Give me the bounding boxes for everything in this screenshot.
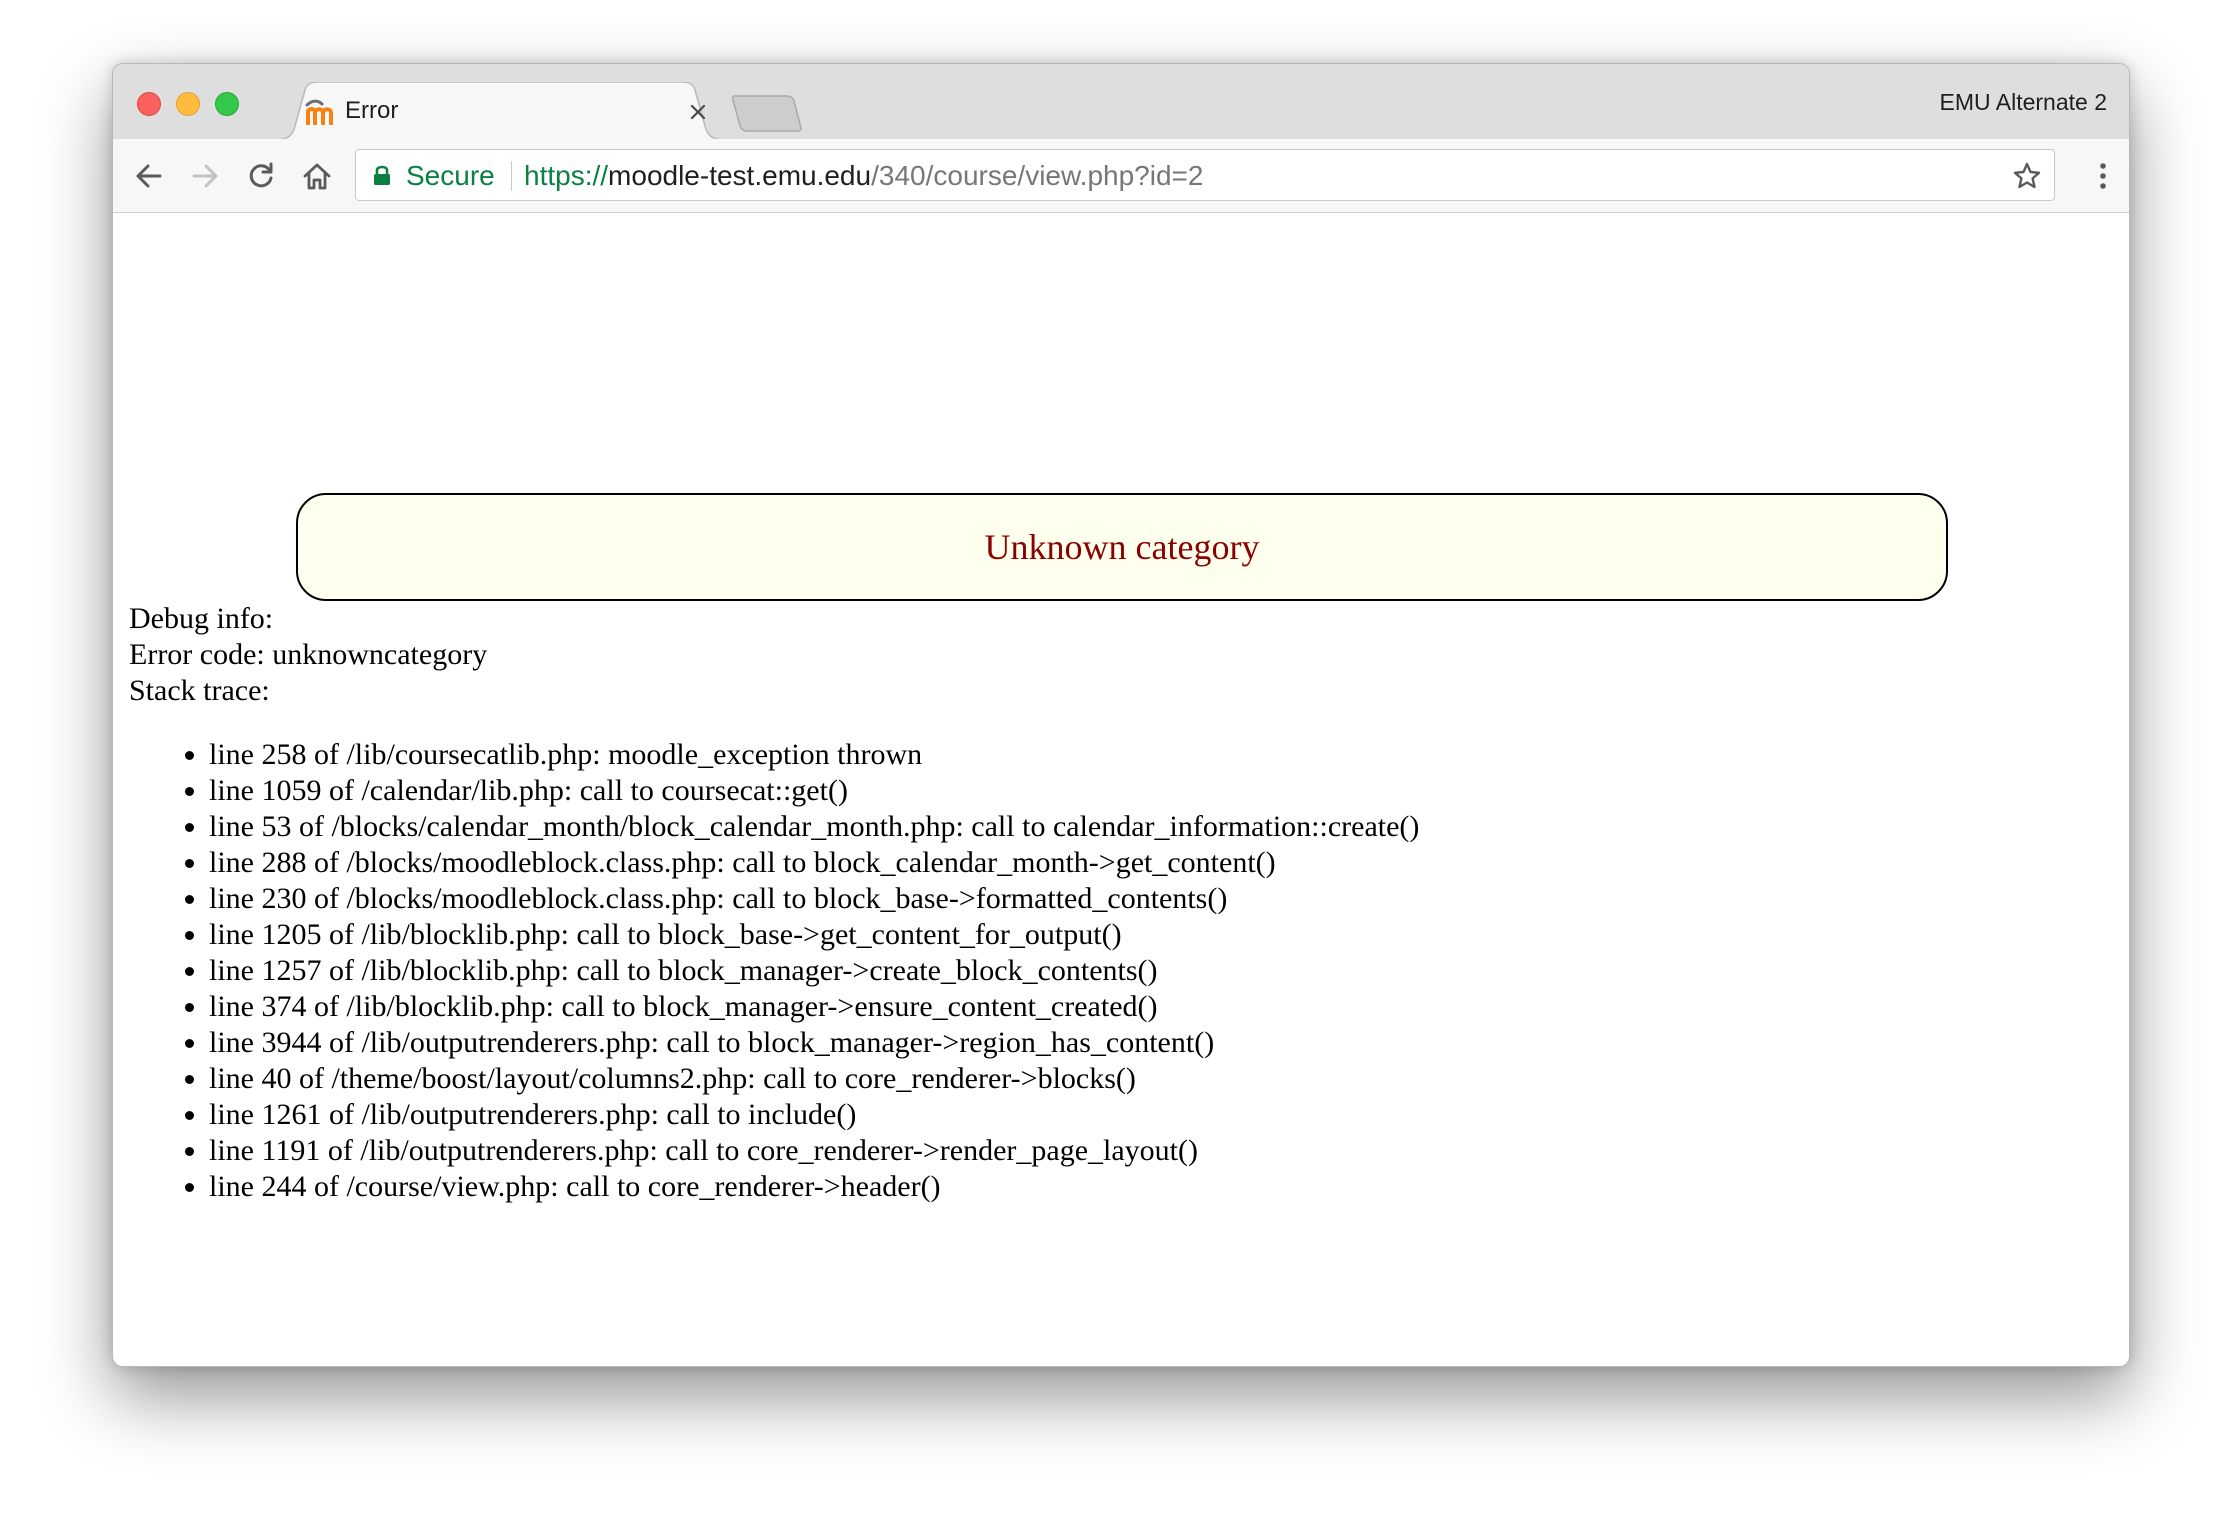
stack-trace-item: line 244 of /course/view.php: call to co… [209,1169,1419,1205]
stack-trace-item: line 1059 of /calendar/lib.php: call to … [209,773,1419,809]
browser-window: Error EMU Alternate 2 Secure https://moo… [112,63,2130,1367]
reload-icon [249,162,273,188]
lock-icon [374,165,390,185]
new-tab-icon [731,95,802,132]
url-text[interactable]: https://moodle-test.emu.edu/340/course/v… [524,160,1203,192]
star-icon[interactable] [2012,161,2042,191]
omnibox-divider [511,161,512,191]
stack-trace-item: line 1205 of /lib/blocklib.php: call to … [209,917,1419,953]
url-host: moodle-test.emu.edu [608,160,872,191]
forward-button[interactable] [187,158,223,194]
debug-info: Debug info: Error code: unknowncategory … [129,601,487,709]
stack-trace-item: line 258 of /lib/coursecatlib.php: moodl… [209,737,1419,773]
tab-strip: Error EMU Alternate 2 [113,64,2129,140]
debug-info-label: Debug info: [129,602,274,635]
reload-button[interactable] [243,158,279,194]
close-icon [690,104,706,120]
stack-trace-item: line 1191 of /lib/outputrenderers.php: c… [209,1133,1419,1169]
arrow-right-icon [192,164,218,188]
stack-trace-item: line 230 of /blocks/moodleblock.class.ph… [209,881,1419,917]
home-icon [303,163,331,190]
profile-name[interactable]: EMU Alternate 2 [1940,89,2107,116]
stack-trace-item: line 1257 of /lib/blocklib.php: call to … [209,953,1419,989]
error-message: Unknown category [984,527,1260,567]
stack-trace-item: line 3944 of /lib/outputrenderers.php: c… [209,1025,1419,1061]
tab-close-button[interactable] [685,99,711,125]
tab-active[interactable]: Error [275,82,725,140]
window-close-button[interactable] [137,92,161,116]
stack-trace-item: line 1261 of /lib/outputrenderers.php: c… [209,1097,1419,1133]
kebab-menu-icon [2100,163,2106,189]
url-scheme: https:// [524,160,609,191]
error-code: Error code: unknowncategory [129,638,488,671]
arrow-left-icon [136,164,162,188]
new-tab-button[interactable] [731,94,803,132]
page-content: Unknown category Debug info: Error code:… [113,213,2129,1366]
window-minimize-button[interactable] [176,92,200,116]
secure-label: Secure [406,160,495,191]
window-zoom-button[interactable] [215,92,239,116]
stack-trace-list: line 258 of /lib/coursecatlib.php: moodl… [129,737,1419,1205]
tab-background [275,82,725,140]
tab-title: Error [345,97,399,124]
stack-trace-label: Stack trace: [129,674,270,707]
address-bar[interactable]: Secure https://moodle-test.emu.edu/340/c… [355,149,2055,201]
back-button[interactable] [131,158,167,194]
url-path: /340/course/view.php?id=2 [871,160,1204,191]
stack-trace-item: line 53 of /blocks/calendar_month/block_… [209,809,1419,845]
home-button[interactable] [299,158,335,194]
error-box: Unknown category [296,493,1948,601]
stack-trace-item: line 374 of /lib/blocklib.php: call to b… [209,989,1419,1025]
stack-trace-item: line 40 of /theme/boost/layout/columns2.… [209,1061,1419,1097]
browser-menu-button[interactable] [2085,158,2121,194]
moodle-m-icon [303,99,339,127]
stack-trace-item: line 288 of /blocks/moodleblock.class.ph… [209,845,1419,881]
toolbar: Secure https://moodle-test.emu.edu/340/c… [113,139,2129,213]
